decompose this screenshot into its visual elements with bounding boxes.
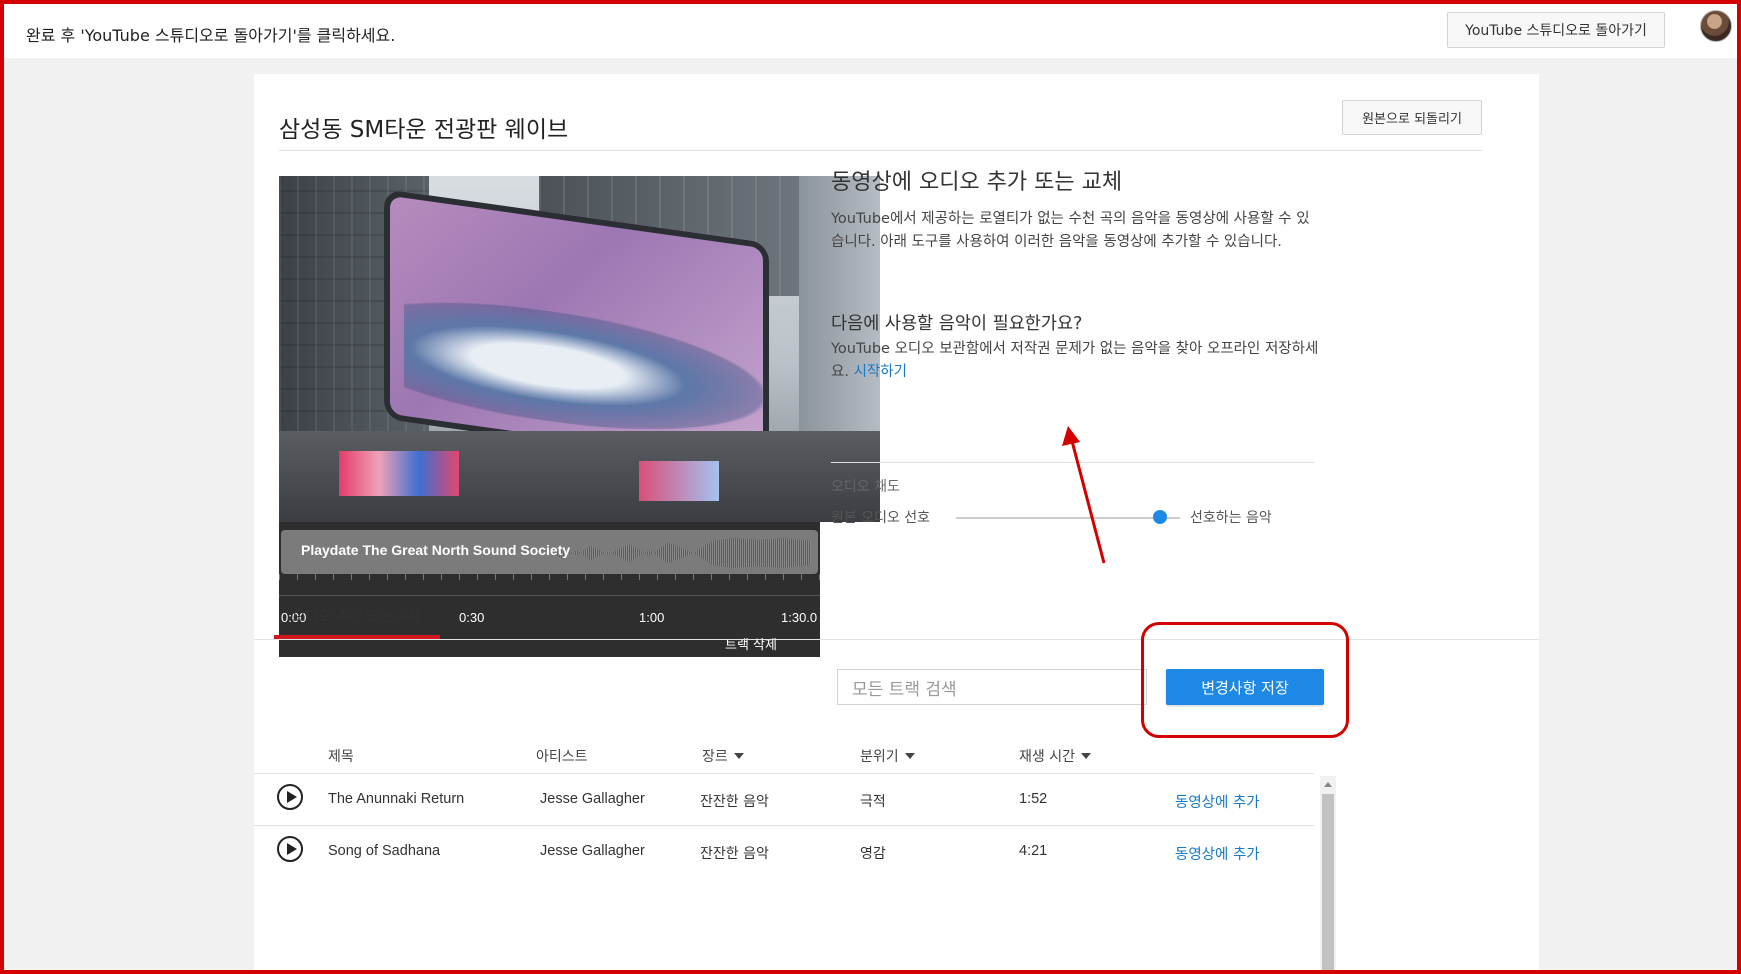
delete-track-button[interactable]: 트랙 삭제 — [725, 634, 777, 653]
column-header-genre[interactable]: 장르 — [702, 746, 744, 766]
track-duration: 1:52 — [1019, 791, 1048, 807]
track-title: The Anunnaki Return — [328, 791, 465, 807]
track-artist: Jesse Gallagher — [540, 843, 645, 859]
timeline-ruler — [279, 574, 820, 596]
music-help-description: YouTube 오디오 보관함에서 저작권 문제가 없는 음악을 찾아 오프라인… — [831, 341, 1319, 380]
track-genre: 잔잔한 음악 — [700, 846, 769, 862]
scroll-up-icon[interactable] — [1324, 782, 1332, 787]
avatar[interactable] — [1700, 10, 1732, 42]
audio-track[interactable]: Playdate The Great North Sound Society — [279, 526, 820, 574]
divider — [279, 150, 1482, 151]
get-started-link[interactable]: 시작하기 — [854, 364, 907, 380]
annotation-highlight — [1141, 622, 1349, 738]
slider-handle[interactable] — [1153, 510, 1167, 524]
video-preview[interactable] — [279, 176, 880, 522]
top-bar: 완료 후 'YouTube 스튜디오로 돌아가기'를 클릭하세요. YouTub… — [4, 4, 1737, 58]
track-artist: Jesse Gallagher — [540, 791, 645, 807]
audio-mix-label: 오디오 채도 — [831, 479, 900, 495]
music-help-title: 다음에 사용할 음악이 필요한가요? — [831, 314, 1083, 334]
column-header-title[interactable]: 제목 — [328, 746, 354, 766]
waveform — [551, 538, 811, 568]
play-icon[interactable] — [277, 784, 303, 810]
caret-down-icon — [1080, 753, 1091, 759]
track-mood: 극적 — [860, 794, 886, 810]
play-icon[interactable] — [277, 836, 303, 862]
column-header-duration[interactable]: 재생 시간 — [1019, 746, 1091, 766]
track-genre: 잔잔한 음악 — [700, 794, 769, 810]
tick-label: 1:30.0 — [781, 610, 818, 625]
tick-label: 1:00 — [639, 610, 665, 625]
back-to-studio-button[interactable]: YouTube 스튜디오로 돌아가기 — [1447, 12, 1665, 48]
section-title: 동영상에 오디오 추가 또는 교체 — [831, 170, 1123, 195]
divider — [254, 825, 1314, 826]
track-duration: 4:21 — [1019, 843, 1048, 859]
original-audio-label: 원본 오디오 선호 — [831, 510, 931, 526]
add-to-video-link[interactable]: 동영상에 추가 — [1175, 843, 1260, 864]
column-header-artist[interactable]: 아티스트 — [536, 746, 588, 766]
audio-mix-slider[interactable] — [956, 517, 1180, 519]
divider — [254, 773, 1314, 774]
track-mood: 영감 — [860, 846, 886, 862]
track-name: Playdate The Great North Sound Society — [301, 542, 571, 558]
divider — [831, 462, 1315, 463]
column-header-mood[interactable]: 분위기 — [860, 746, 915, 766]
editor-card: 삼성동 SM타운 전광판 웨이브 원본으로 되돌리기 Playdate The … — [254, 74, 1539, 974]
tick-label: 0:30 — [459, 610, 485, 625]
page-title: 삼성동 SM타운 전광판 웨이브 — [279, 117, 569, 143]
caret-down-icon — [733, 753, 744, 759]
section-description: YouTube에서 제공하는 로열티가 없는 수천 곡의 음악을 동영상에 사용… — [831, 211, 1310, 250]
revert-button[interactable]: 원본으로 되돌리기 — [1342, 100, 1482, 135]
instruction-message: 완료 후 'YouTube 스튜디오로 돌아가기'를 클릭하세요. — [26, 26, 396, 45]
caret-down-icon — [904, 753, 915, 759]
music-label: 선호하는 음악 — [1190, 510, 1272, 526]
track-title: Song of Sadhana — [328, 843, 441, 859]
track-search-input[interactable]: 모든 트랙 검색 — [837, 669, 1147, 705]
scrollbar-thumb[interactable] — [1322, 794, 1334, 974]
add-to-video-link[interactable]: 동영상에 추가 — [1175, 791, 1260, 812]
